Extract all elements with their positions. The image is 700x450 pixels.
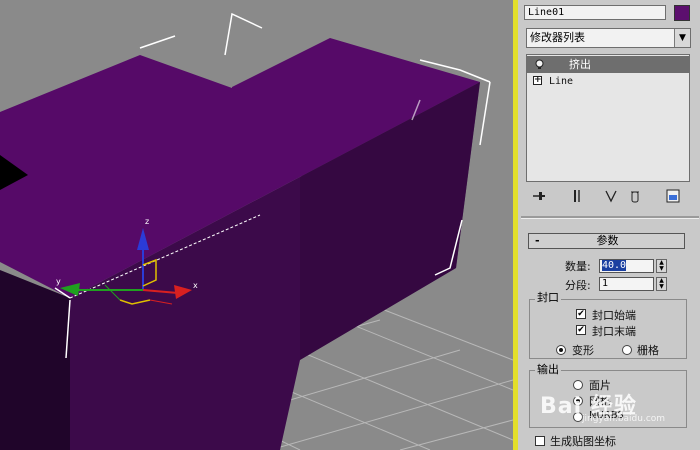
amount-label: 数量: — [565, 260, 591, 273]
chevron-down-icon[interactable]: ▼ — [674, 29, 690, 47]
viewport-scene: z x y — [0, 12, 513, 450]
panel-separator — [521, 216, 699, 219]
rollout-parameters-header[interactable]: - 参数 — [528, 233, 685, 249]
segments-field[interactable]: 1 — [599, 277, 654, 291]
rollout-title: 参数 — [596, 234, 619, 247]
remove-modifier-icon[interactable] — [626, 188, 644, 206]
grid-label: 栅格 — [637, 344, 659, 357]
amount-spinner[interactable]: ▲ ▼ — [656, 259, 667, 273]
modifier-stack[interactable]: 挤出 + Line — [526, 54, 690, 182]
cap-end-checkbox[interactable]: ✔ — [576, 325, 586, 335]
object-color-swatch[interactable] — [674, 5, 690, 21]
stack-item-line[interactable]: + Line — [527, 74, 689, 89]
amount-value: 40.0 — [602, 260, 627, 271]
stack-item-extrude[interactable]: 挤出 — [527, 56, 689, 73]
segments-label: 分段: — [565, 279, 591, 292]
amount-field[interactable]: 40.0 — [599, 259, 654, 273]
axis-z-label: z — [145, 217, 149, 226]
perspective-viewport[interactable]: z x y — [0, 0, 513, 450]
cap-end-label: 封口末端 — [592, 325, 636, 338]
modifier-list-dropdown[interactable]: 修改器列表 ▼ — [526, 28, 691, 48]
segments-spinner[interactable]: ▲ ▼ — [656, 277, 667, 291]
cap-group-title: 封口 — [535, 291, 561, 304]
stack-item-label: Line — [549, 76, 574, 87]
make-unique-icon[interactable] — [602, 188, 620, 206]
pin-stack-icon[interactable] — [530, 188, 548, 206]
configure-modifier-sets-icon[interactable] — [664, 188, 682, 206]
watermark-url: jingyan.baidu.com — [582, 414, 666, 424]
morph-label: 变形 — [572, 344, 594, 357]
grid-radio[interactable] — [622, 345, 632, 355]
show-end-result-icon[interactable] — [568, 188, 586, 206]
lightbulb-icon[interactable] — [534, 59, 545, 70]
cap-start-checkbox[interactable]: ✔ — [576, 309, 586, 319]
modifier-list-label: 修改器列表 — [530, 31, 585, 44]
axis-y-label: y — [56, 277, 61, 286]
stack-item-label: 挤出 — [569, 58, 591, 71]
cap-start-label: 封口始端 — [592, 309, 636, 322]
stack-toolbar — [526, 186, 690, 208]
output-group-title: 输出 — [535, 363, 561, 376]
gen-mapping-label: 生成贴图坐标 — [550, 435, 616, 448]
gen-mapping-checkbox[interactable] — [535, 436, 545, 446]
shape-left-face — [0, 270, 70, 450]
axis-x-label: x — [193, 281, 198, 290]
morph-radio[interactable] — [556, 345, 566, 355]
object-name-field[interactable]: Line01 — [524, 5, 666, 20]
plus-box-icon[interactable]: + — [533, 76, 542, 85]
